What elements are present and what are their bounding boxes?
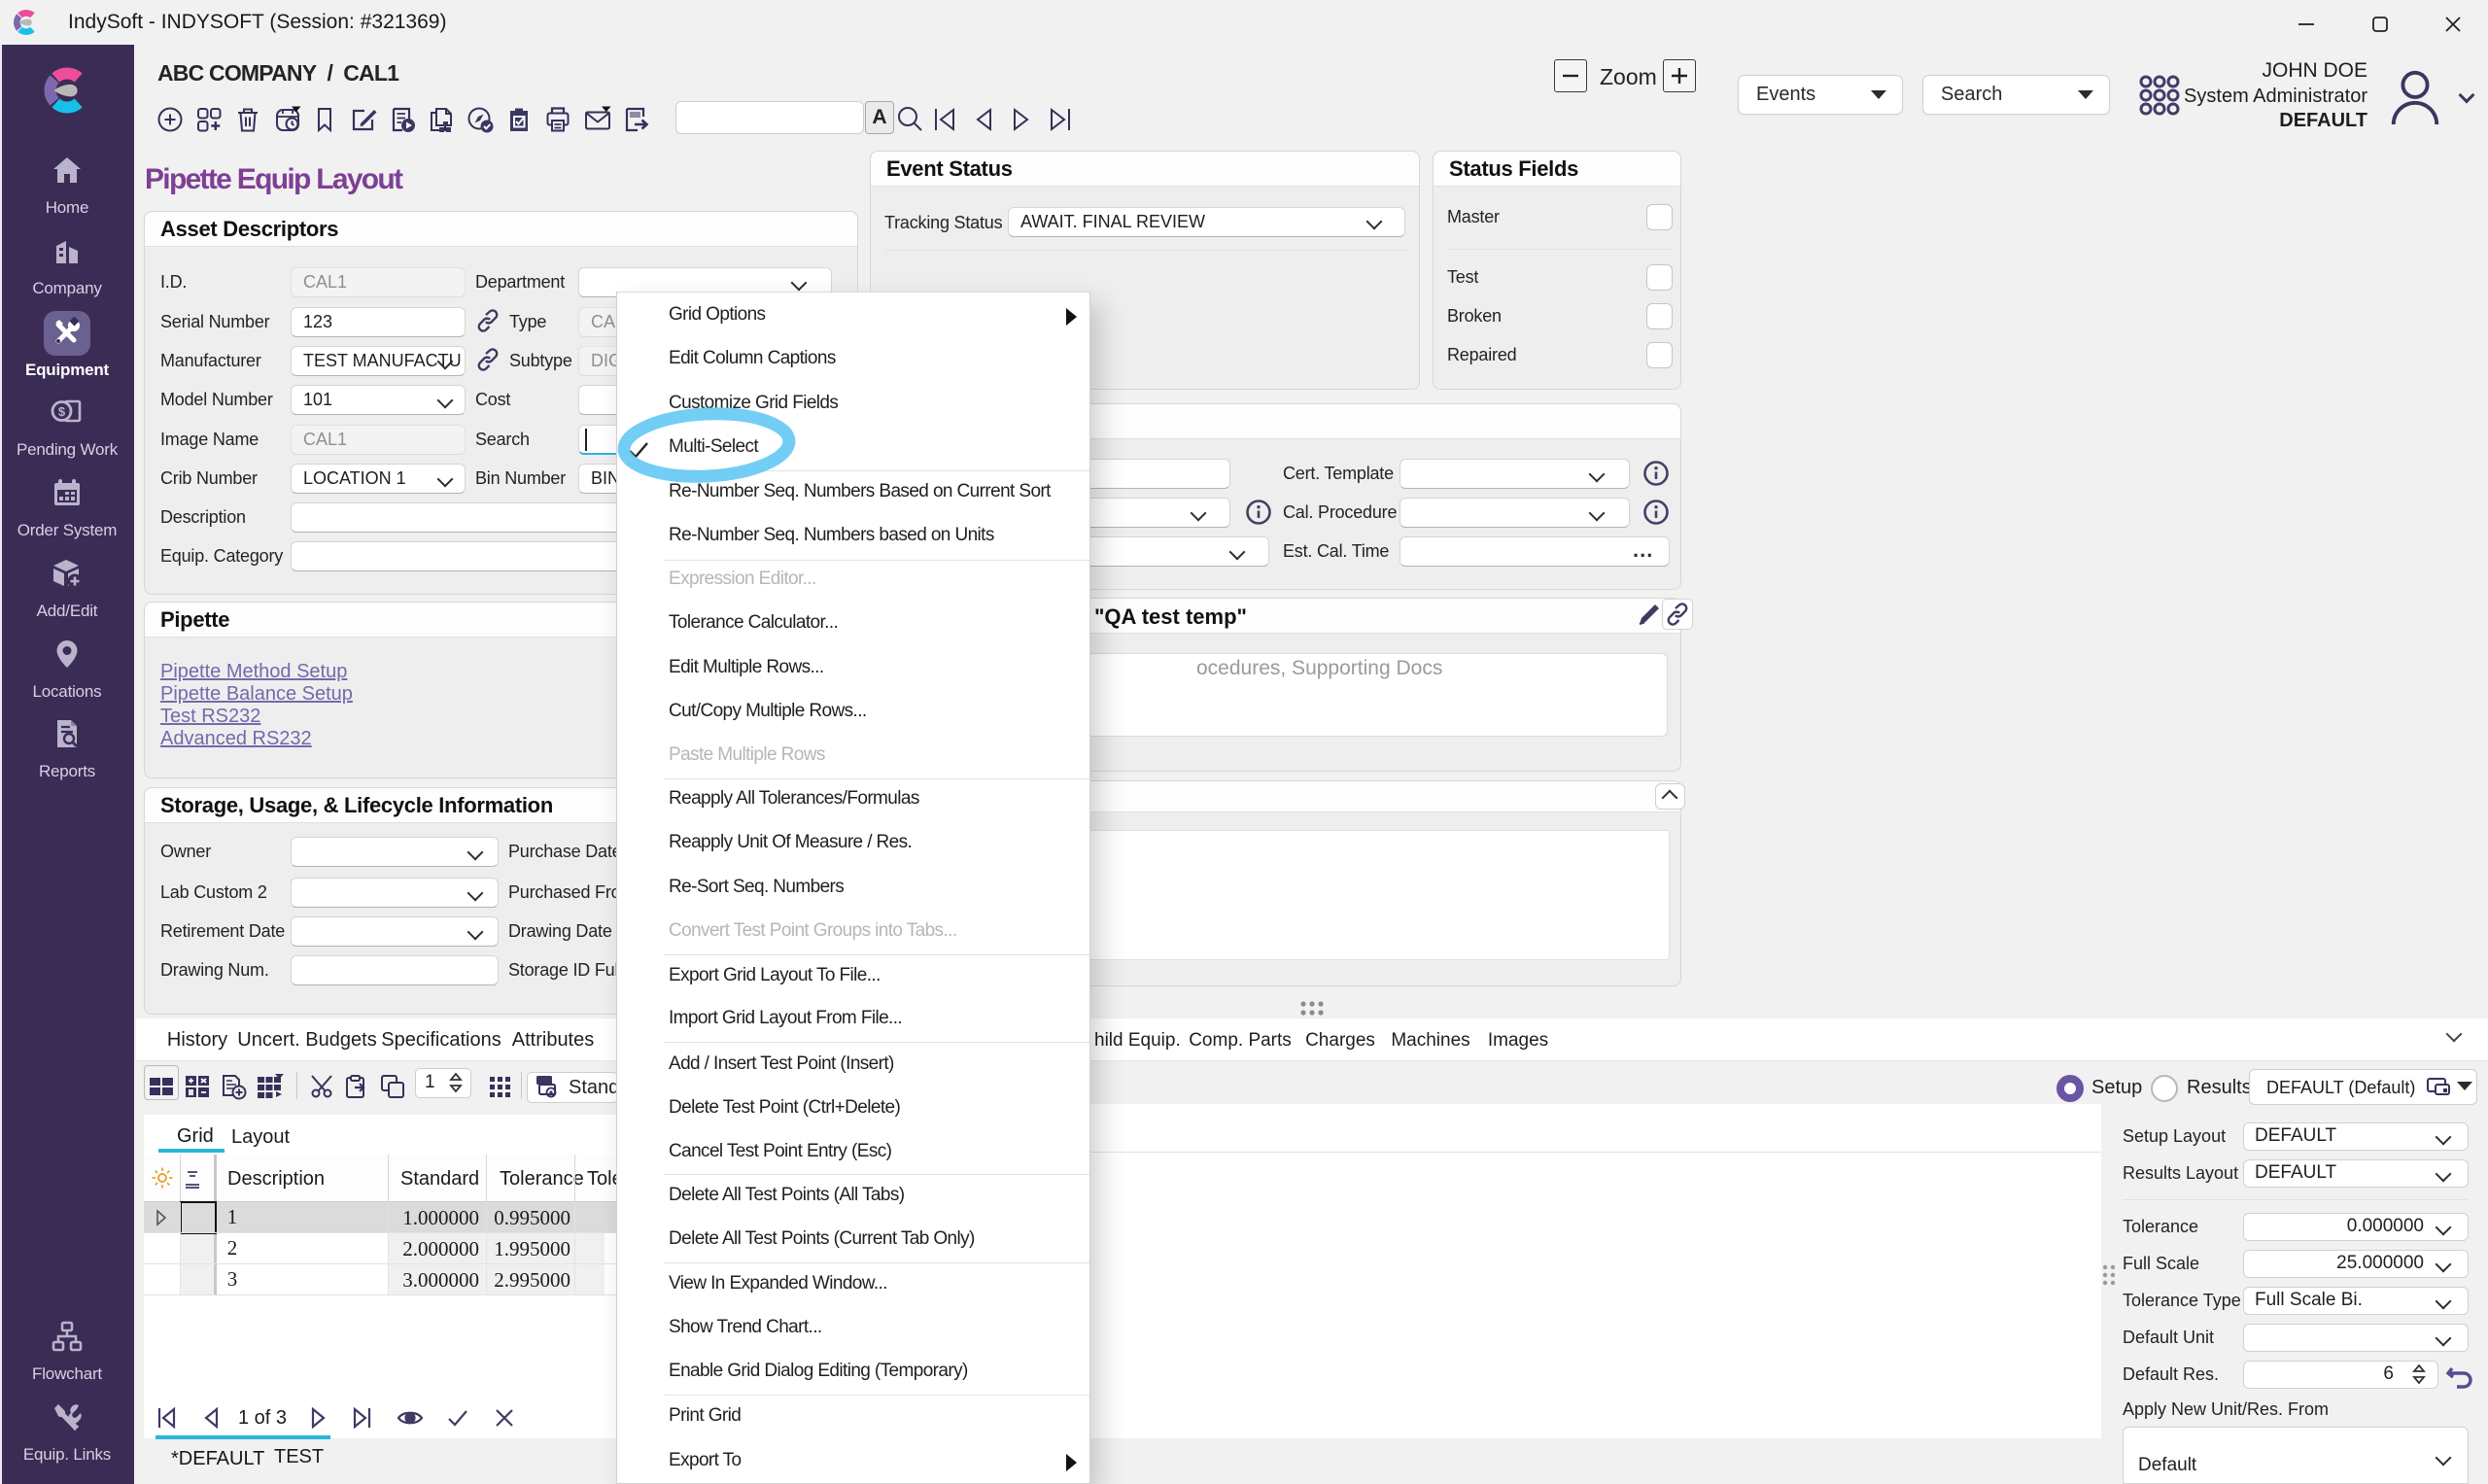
svg-text:$: $ (58, 404, 66, 419)
